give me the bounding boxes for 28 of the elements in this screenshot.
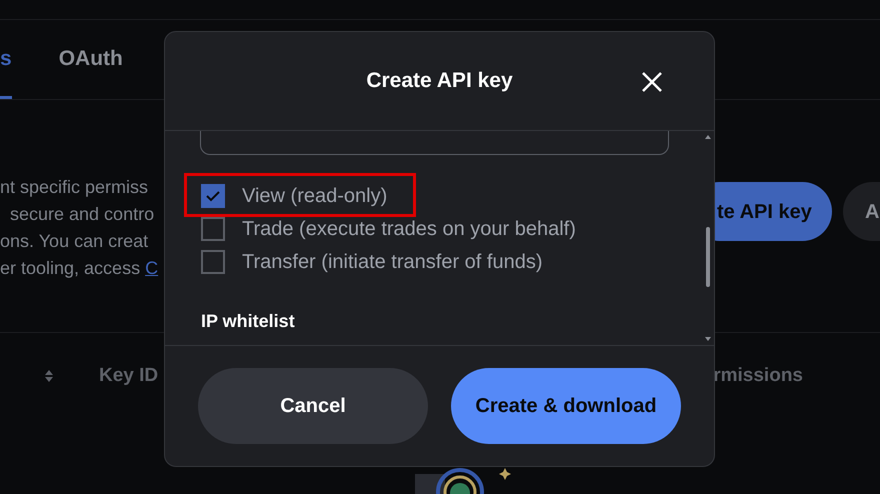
tab[interactable]: OAuth [58, 20, 123, 99]
scroll-down-arrow-icon[interactable] [705, 337, 711, 341]
close-button[interactable] [640, 70, 664, 94]
checkbox-label: View (read-only) [242, 184, 388, 209]
column-header: Key ID [99, 364, 158, 388]
column-header: rmissions [713, 364, 803, 388]
section-heading: IP whitelist [201, 310, 296, 333]
create-download-button[interactable]: Create & download [451, 368, 681, 444]
cancel-button[interactable]: Cancel [198, 368, 428, 444]
close-icon [641, 71, 663, 93]
dialog-title: Create API key [366, 68, 513, 94]
description-text: nt specific permiss [0, 177, 148, 197]
tab[interactable]: s [0, 20, 12, 99]
checkbox[interactable] [201, 217, 225, 241]
checkbox[interactable] [201, 250, 225, 274]
scrollbar[interactable] [704, 135, 712, 341]
description-text: ons. You can creat [0, 231, 148, 251]
checkbox-label: Trade (execute trades on your behalf) [242, 217, 576, 242]
scroll-up-arrow-icon[interactable] [705, 135, 711, 139]
sort-icon[interactable] [45, 370, 53, 382]
description-link[interactable]: C [145, 258, 158, 278]
description-text: secure and contro [10, 204, 154, 224]
checkbox-label: Transfer (initiate transfer of funds) [242, 250, 542, 275]
text-field[interactable] [200, 131, 669, 155]
description-text: er tooling, access C [0, 258, 158, 278]
checkbox[interactable] [201, 184, 225, 208]
secondary-button[interactable]: A [843, 182, 880, 241]
check-icon [206, 190, 220, 202]
